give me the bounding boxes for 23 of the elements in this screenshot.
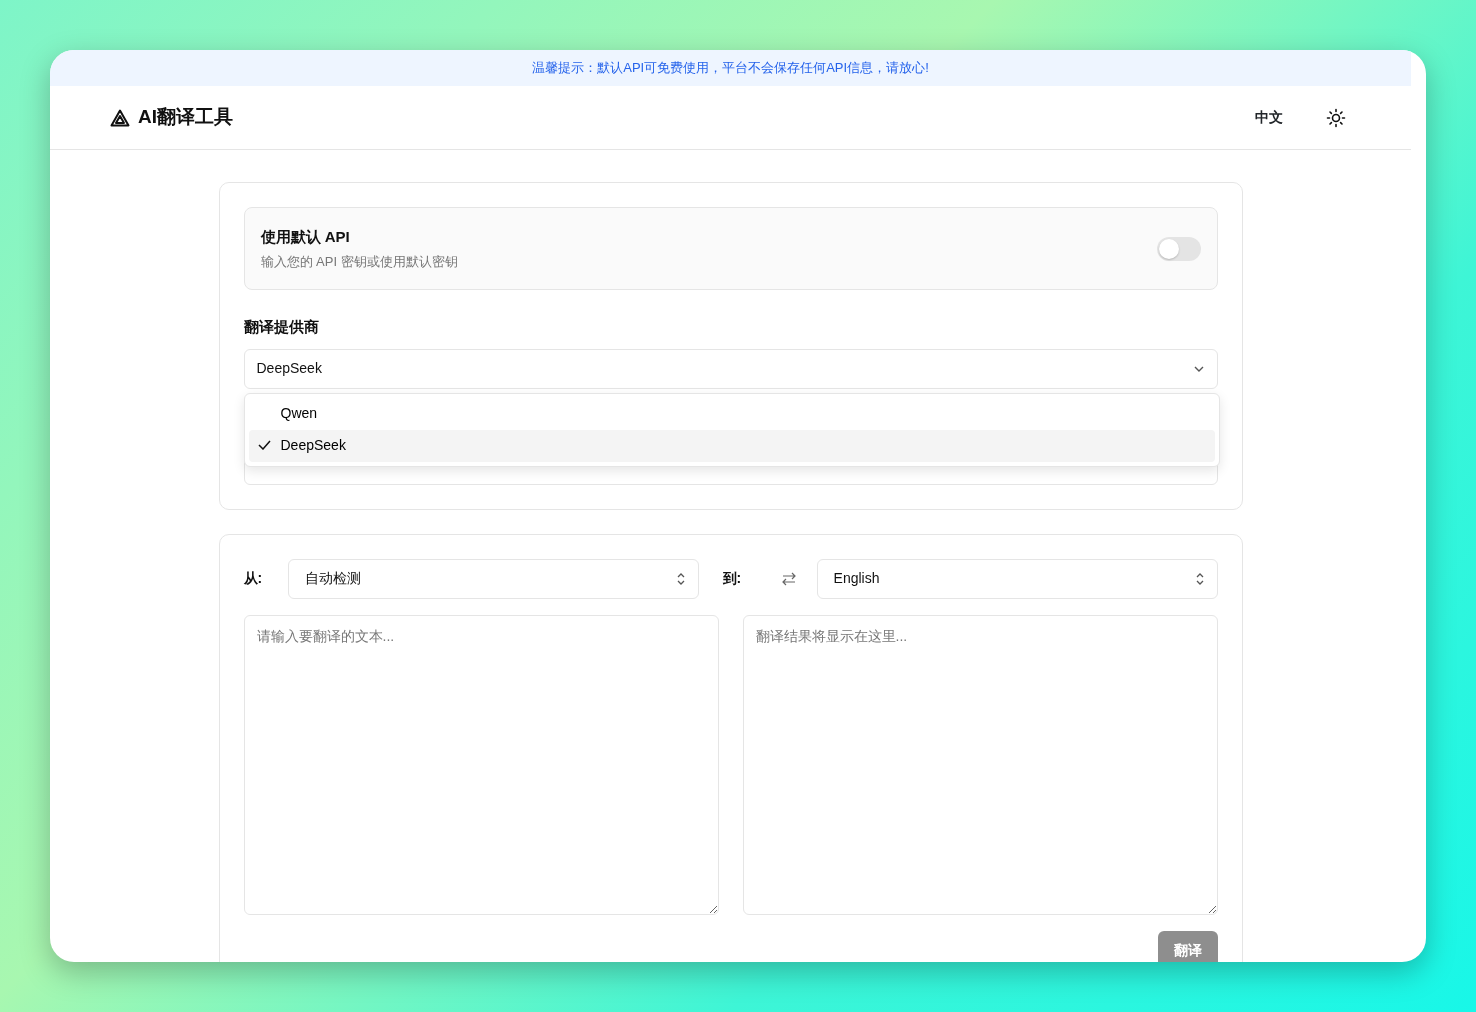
- setting-description: 输入您的 API 密钥或使用默认密钥: [260, 252, 458, 271]
- swap-arrows-icon[interactable]: [780, 571, 797, 586]
- language-button[interactable]: 中文: [1254, 106, 1284, 129]
- field-label: 翻译提供商: [243, 317, 320, 337]
- setting-title: 使用默认 API: [260, 227, 351, 247]
- notice-text: 温馨提示：默认API可免费使用，平台不会保存任何API信息，请放心!: [532, 59, 929, 78]
- dropdown-option[interactable]: DeepSeek: [248, 429, 1215, 462]
- provider-select[interactable]: DeepSeek: [243, 348, 1218, 389]
- toggle-switch[interactable]: [1156, 236, 1201, 261]
- chevron-down-icon: [1192, 364, 1205, 373]
- from-label: 从:: [243, 569, 264, 588]
- up-down-chevron-icon: [1194, 571, 1205, 586]
- sun-icon[interactable]: [1326, 107, 1346, 128]
- triangle-logo-icon: [110, 108, 130, 127]
- checkmark-icon: [257, 439, 271, 450]
- source-language-select[interactable]: 自动检测: [287, 558, 699, 599]
- up-down-chevron-icon: [675, 571, 686, 586]
- dropdown-option[interactable]: Qwen: [248, 397, 1215, 430]
- source-text-area[interactable]: 请输入要翻译的文本...: [243, 614, 719, 915]
- target-language-select[interactable]: English: [816, 558, 1218, 599]
- app-title: AI翻译工具: [138, 105, 233, 130]
- to-label: 到:: [722, 569, 743, 588]
- result-text-area[interactable]: 翻译结果将显示在这里...: [742, 614, 1218, 915]
